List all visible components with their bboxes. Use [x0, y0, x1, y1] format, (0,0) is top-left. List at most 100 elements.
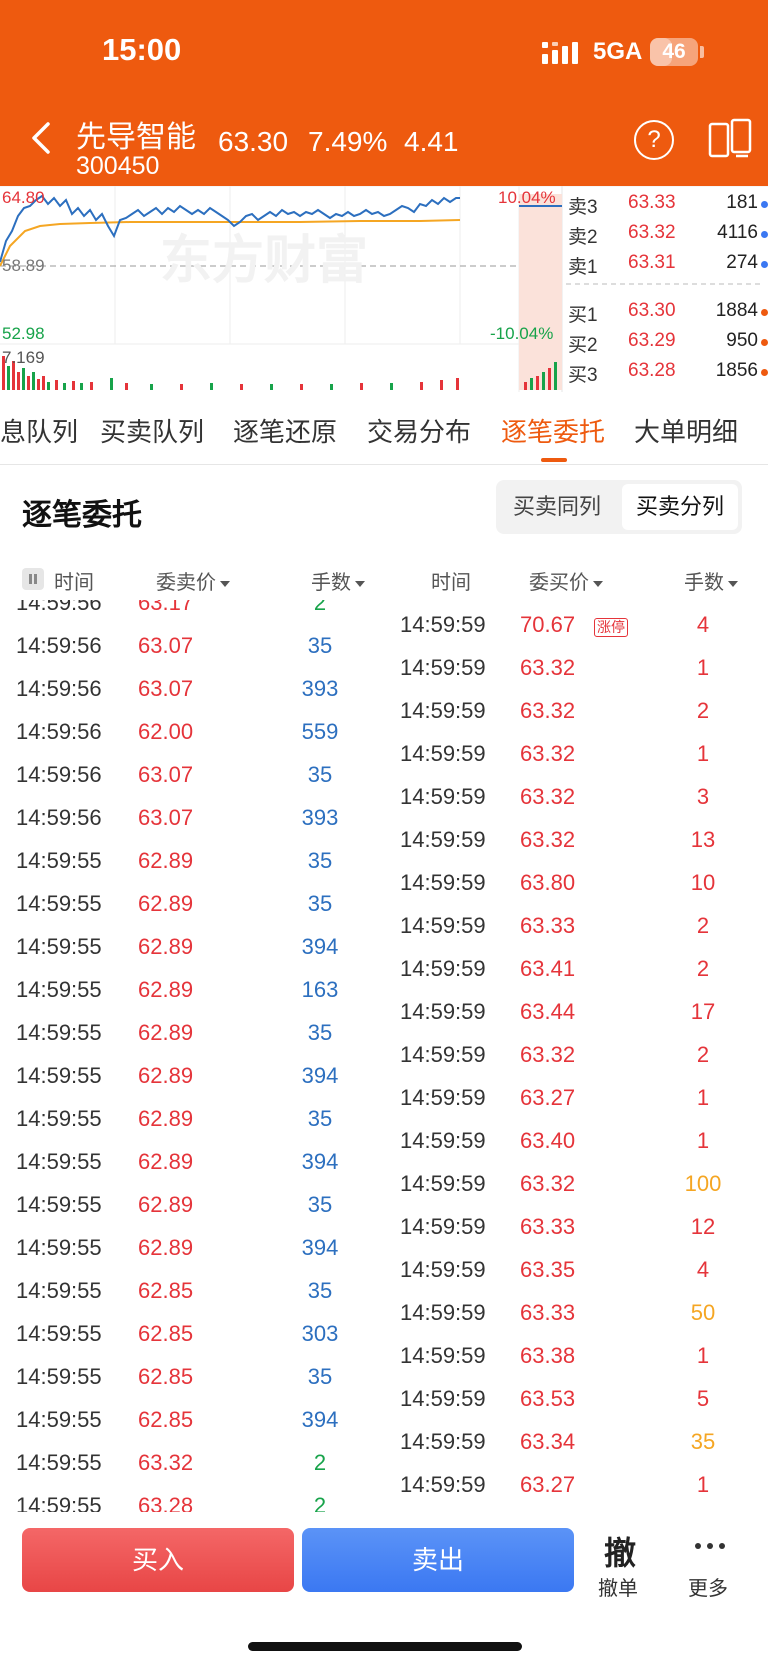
buy-order-row[interactable]: 14:59:59 63.33 2 — [384, 905, 768, 948]
buy-order-row[interactable]: 14:59:59 63.34 35 — [384, 1421, 768, 1464]
col-header-sell-time: 时间 — [54, 572, 94, 594]
buy-order-row[interactable]: 14:59:59 63.32 3 — [384, 776, 768, 819]
sell-order-row[interactable]: 14:59:55 62.89 35 — [0, 1012, 384, 1055]
order-quantity: 394 — [301, 1149, 339, 1174]
order-time: 14:59:59 — [400, 913, 486, 938]
order-price: 62.89 — [138, 891, 194, 916]
buy-order-row[interactable]: 14:59:59 63.44 17 — [384, 991, 768, 1034]
order-price: 70.67 — [520, 612, 576, 637]
order-price: 62.00 — [138, 719, 194, 744]
pause-icon[interactable] — [22, 568, 44, 590]
sell-order-row[interactable]: 14:59:56 62.00 559 — [0, 711, 384, 754]
order-quantity: 2 — [313, 1450, 327, 1475]
col-header-sell-price[interactable]: 委卖价 — [156, 566, 230, 595]
sell-order-row[interactable]: 14:59:55 62.89 35 — [0, 1184, 384, 1227]
sell-order-row[interactable]: 14:59:55 62.89 35 — [0, 840, 384, 883]
buy-order-row[interactable]: 14:59:59 63.32 2 — [384, 1034, 768, 1077]
col-header-buy-price[interactable]: 委买价 — [529, 566, 603, 595]
order-time: 14:59:55 — [16, 1278, 102, 1303]
sell-order-row[interactable]: 14:59:55 62.89 35 — [0, 883, 384, 926]
buy-order-row[interactable]: 14:59:59 63.32 1 — [384, 647, 768, 690]
buy-order-row[interactable]: 14:59:59 63.41 2 — [384, 948, 768, 991]
sell-dot — [761, 231, 768, 238]
back-arrow-icon[interactable] — [28, 120, 54, 156]
buy-order-row[interactable]: 14:59:59 63.35 4 — [384, 1249, 768, 1292]
order-price: 63.32 — [520, 827, 576, 852]
col-header-sell-qty[interactable]: 手数 — [311, 566, 365, 595]
order-quantity: 2 — [313, 600, 327, 615]
volume-bars — [2, 356, 557, 390]
sell-orders-list[interactable]: 14:59:56 63.17 2 14:59:56 63.07 35 14:59:56 63.… — [0, 600, 384, 1512]
buy-orders-list[interactable]: 14:59:59 70.67 4 涨停 14:59:59 63.32 1 14:59:59 63… — [384, 600, 768, 1512]
help-icon[interactable]: ? — [634, 120, 674, 160]
tab-tick-restore[interactable]: 逐笔还原 — [233, 412, 337, 449]
sell-order-row[interactable]: 14:59:55 62.85 35 — [0, 1270, 384, 1313]
tab-large-orders[interactable]: 大单明细 — [634, 412, 738, 449]
buy-order-row[interactable]: 14:59:59 63.53 5 — [384, 1378, 768, 1421]
sell-button[interactable]: 卖出 — [302, 1528, 574, 1592]
sell-order-row[interactable]: 14:59:56 63.17 2 — [0, 600, 384, 625]
sell-order-row[interactable]: 14:59:56 63.07 35 — [0, 754, 384, 797]
stock-name: 先导智能 — [76, 121, 196, 154]
more-icon[interactable] — [694, 1542, 726, 1550]
order-price: 63.32 — [138, 1450, 194, 1475]
sell-order-row[interactable]: 14:59:55 62.89 163 — [0, 969, 384, 1012]
buy-order-row[interactable]: 14:59:59 63.33 12 — [384, 1206, 768, 1249]
section-title: 逐笔委托 — [22, 499, 142, 532]
sell-order-row[interactable]: 14:59:56 63.07 393 — [0, 668, 384, 711]
sell-order-row[interactable]: 14:59:56 63.07 393 — [0, 797, 384, 840]
order-quantity: 35 — [307, 1364, 333, 1389]
order-price: 62.85 — [138, 1278, 194, 1303]
cancel-order-label[interactable]: 撤单 — [598, 1572, 638, 1601]
order-price: 62.89 — [138, 1020, 194, 1045]
col-header-buy-qty[interactable]: 手数 — [684, 566, 738, 595]
intraday-chart[interactable]: 东方财富 64.80 58.89 52.98 7.169 10.04% -10.… — [0, 186, 768, 392]
order-price: 63.53 — [520, 1386, 576, 1411]
buy-order-row[interactable]: 14:59:59 63.38 1 — [384, 1335, 768, 1378]
sell-order-row[interactable]: 14:59:55 63.28 2 — [0, 1485, 384, 1512]
tab-info-queue[interactable]: 息队列 — [0, 412, 78, 449]
order-quantity: 13 — [690, 827, 716, 852]
switch-layout-icon[interactable] — [708, 118, 752, 160]
tab-tick-orders[interactable]: 逐笔委托 — [501, 412, 605, 449]
order-price: 63.17 — [138, 600, 194, 615]
sell-order-row[interactable]: 14:59:55 62.89 394 — [0, 1141, 384, 1184]
buy-order-row[interactable]: 14:59:59 63.33 50 — [384, 1292, 768, 1335]
buy-order-row[interactable]: 14:59:59 63.32 1 — [384, 733, 768, 776]
cancel-order-icon[interactable]: 撤 — [604, 1528, 636, 1574]
sell-order-row[interactable]: 14:59:55 62.89 394 — [0, 926, 384, 969]
sell-order-row[interactable]: 14:59:55 62.89 35 — [0, 1098, 384, 1141]
sell-order-row[interactable]: 14:59:55 62.89 394 — [0, 1227, 384, 1270]
buy-order-row[interactable]: 14:59:59 63.32 2 — [384, 690, 768, 733]
order-price: 63.44 — [520, 999, 576, 1024]
tab-trade-distribution[interactable]: 交易分布 — [367, 412, 471, 449]
order-price: 62.85 — [138, 1407, 194, 1432]
buy-order-row[interactable]: 14:59:59 63.27 1 — [384, 1464, 768, 1507]
buy-dot — [761, 309, 768, 316]
order-quantity: 4 — [696, 1257, 710, 1282]
sell-order-row[interactable]: 14:59:55 63.32 2 — [0, 1442, 384, 1485]
buy-button[interactable]: 买入 — [22, 1528, 294, 1592]
buy-order-row[interactable]: 14:59:59 63.27 1 — [384, 1077, 768, 1120]
buy-order-row[interactable]: 14:59:59 70.67 4 涨停 — [384, 604, 768, 647]
more-label[interactable]: 更多 — [688, 1572, 728, 1601]
order-quantity: 394 — [301, 1407, 339, 1432]
segment-same-column[interactable]: 买卖同列 — [500, 484, 614, 530]
order-quantity: 35 — [307, 1020, 333, 1045]
segment-split-column[interactable]: 买卖分列 — [622, 484, 738, 530]
order-price: 62.85 — [138, 1364, 194, 1389]
sell-order-row[interactable]: 14:59:55 62.85 35 — [0, 1356, 384, 1399]
sell-order-row[interactable]: 14:59:55 62.85 394 — [0, 1399, 384, 1442]
order-quantity: 1 — [696, 741, 710, 766]
sell-order-row[interactable]: 14:59:55 62.85 303 — [0, 1313, 384, 1356]
stock-price: 63.30 — [218, 126, 289, 157]
tab-bid-ask-queue[interactable]: 买卖队列 — [100, 412, 204, 449]
order-quantity: 1 — [696, 655, 710, 680]
order-price: 63.07 — [138, 805, 194, 830]
sell-order-row[interactable]: 14:59:56 63.07 35 — [0, 625, 384, 668]
buy-order-row[interactable]: 14:59:59 63.80 10 — [384, 862, 768, 905]
buy-order-row[interactable]: 14:59:59 63.32 100 — [384, 1163, 768, 1206]
buy-order-row[interactable]: 14:59:59 63.40 1 — [384, 1120, 768, 1163]
sell-order-row[interactable]: 14:59:55 62.89 394 — [0, 1055, 384, 1098]
buy-order-row[interactable]: 14:59:59 63.32 13 — [384, 819, 768, 862]
